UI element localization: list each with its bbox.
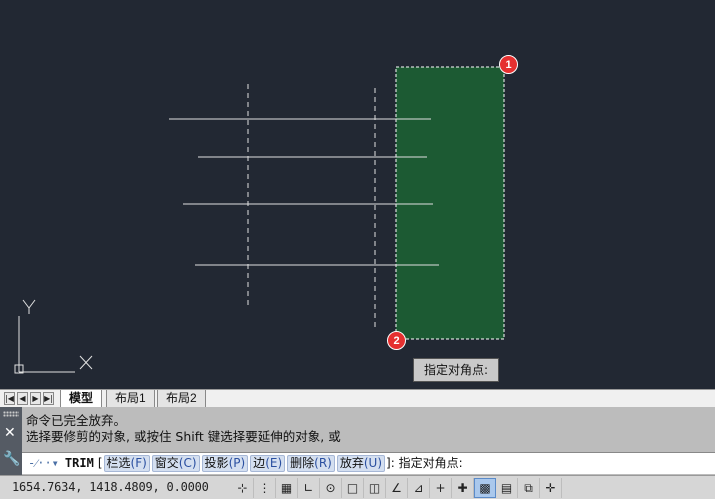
tab-layout2[interactable]: 布局2 <box>157 390 206 408</box>
ucs-icon <box>14 299 93 374</box>
last-tab-icon[interactable]: ▶| <box>43 392 54 405</box>
option-close-bracket: ]: <box>386 456 395 470</box>
command-window-sidebar: ✕ 🔧 <box>0 407 22 475</box>
coordinate-readout[interactable]: 1654.7634, 1418.4809, 0.0000 <box>12 480 209 494</box>
prev-tab-icon[interactable]: ◀ <box>17 392 28 405</box>
tab-layout1[interactable]: 布局1 <box>106 390 155 408</box>
object-track-icon[interactable]: ∠ <box>386 478 408 498</box>
history-line-2: 选择要修剪的对象, 或按住 Shift 键选择要延伸的对象, 或 <box>26 429 341 444</box>
annotation-monitor-icon[interactable]: ✛ <box>540 478 562 498</box>
layout-tabs-bar: |◀ ◀ ▶ ▶| 模型 布局1 布局2 <box>0 389 715 408</box>
dynamic-input-tooltip: 指定对角点: <box>413 358 500 382</box>
status-tool-icons: ⊹ ⋮ ▦ ∟ ⊙ □ ◫ ∠ ⊿ + ✚ ▩ ▤ ⧉ ✛ <box>232 478 562 498</box>
selection-cycling-icon[interactable]: ⧉ <box>518 478 540 498</box>
drawing-svg[interactable] <box>0 0 715 389</box>
drawing-canvas[interactable]: 1 2 指定对角点: <box>0 0 715 389</box>
grid-icon[interactable]: ▦ <box>276 478 298 498</box>
history-line-1: 命令已完全放弃。 <box>26 413 127 428</box>
command-prompt-text: 指定对角点: <box>398 456 463 470</box>
corner-marker-2: 2 <box>387 331 406 350</box>
status-bar: 1654.7634, 1418.4809, 0.0000 ⊹ ⋮ ▦ ∟ ⊙ □ ◫ ∠ ⊿ + ✚… <box>0 475 715 499</box>
transparency-icon[interactable]: ▩ <box>474 478 496 498</box>
wrench-icon[interactable]: 🔧 <box>3 451 20 467</box>
crossing-selection-window <box>395 66 505 340</box>
option-fence[interactable]: 栏选(F) <box>103 455 150 472</box>
command-line[interactable]: -⁄··▾ TRIM[栏选(F) 窗交(C) 投影(P) 边(E) 删除(R) 放弃(U)]… <box>22 452 715 474</box>
lineweight-icon[interactable]: ✚ <box>452 478 474 498</box>
ortho-icon[interactable]: ∟ <box>298 478 320 498</box>
option-crossing[interactable]: 窗交(C) <box>151 455 200 472</box>
osnap-icon[interactable]: □ <box>342 478 364 498</box>
quick-properties-icon[interactable]: ▤ <box>496 478 518 498</box>
command-history: 命令已完全放弃。 选择要修剪的对象, 或按住 Shift 键选择要延伸的对象, … <box>26 413 711 445</box>
ducs-icon[interactable]: ⊿ <box>408 478 430 498</box>
next-tab-icon[interactable]: ▶ <box>30 392 41 405</box>
option-open-bracket: [ <box>97 456 103 470</box>
drag-grip-icon[interactable] <box>3 411 19 417</box>
command-prompt-icon[interactable]: -⁄··▾ <box>28 456 59 470</box>
first-tab-icon[interactable]: |◀ <box>4 392 15 405</box>
snap-icon[interactable]: ⋮ <box>254 478 276 498</box>
command-window: ✕ 🔧 命令已完全放弃。 选择要修剪的对象, 或按住 Shift 键选择要延伸的… <box>0 407 715 475</box>
3d-osnap-icon[interactable]: ◫ <box>364 478 386 498</box>
close-icon[interactable]: ✕ <box>4 425 16 441</box>
option-erase[interactable]: 删除(R) <box>287 455 335 472</box>
polar-icon[interactable]: ⊙ <box>320 478 342 498</box>
dynamic-input-icon[interactable]: + <box>430 478 452 498</box>
infer-constraints-icon[interactable]: ⊹ <box>232 478 254 498</box>
option-undo[interactable]: 放弃(U) <box>336 455 386 472</box>
option-edge[interactable]: 边(E) <box>250 455 286 472</box>
option-project[interactable]: 投影(P) <box>201 455 249 472</box>
tab-model[interactable]: 模型 <box>60 390 103 408</box>
command-name: TRIM <box>64 456 94 470</box>
corner-marker-1: 1 <box>499 55 518 74</box>
